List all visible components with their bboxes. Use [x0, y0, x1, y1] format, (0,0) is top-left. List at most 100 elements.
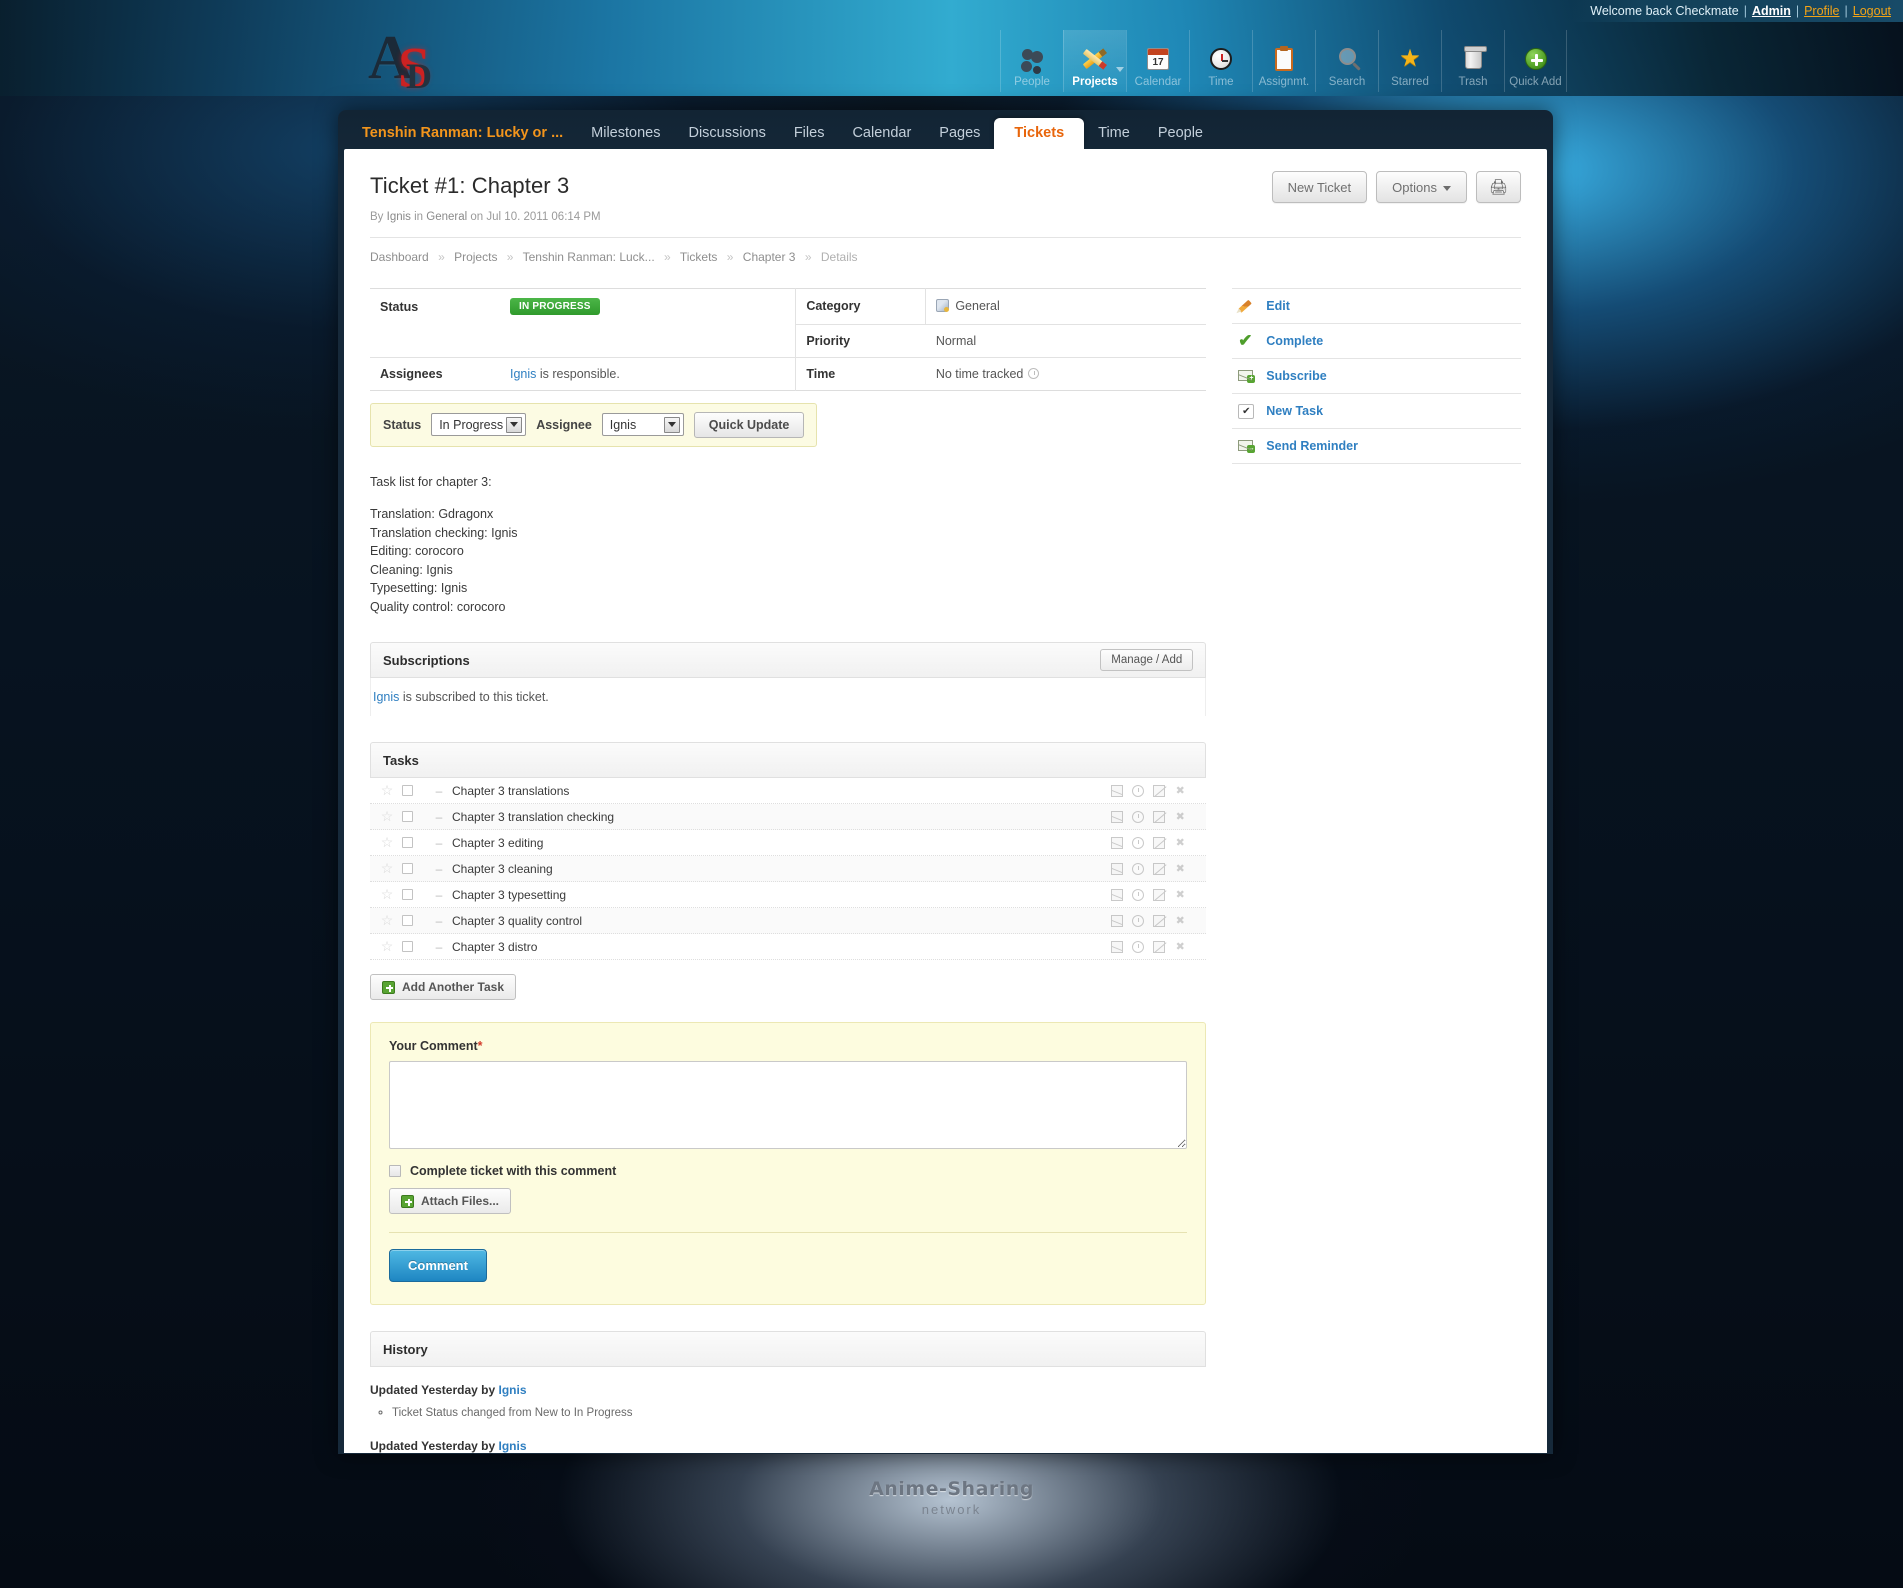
breadcrumb-dashboard[interactable]: Dashboard [370, 250, 429, 264]
nav-item-assignments[interactable]: Assignmt. [1252, 30, 1315, 92]
table-row[interactable]: ☆ – Chapter 3 editing ✖ [370, 830, 1207, 856]
note-icon[interactable] [1153, 940, 1166, 953]
table-row[interactable]: ☆ – Chapter 3 cleaning ✖ [370, 856, 1207, 882]
task-checkbox[interactable] [402, 837, 413, 848]
sidebar-item-new-task[interactable]: ✔ New Task [1232, 394, 1521, 429]
tab-project[interactable]: Tenshin Ranman: Lucky or ... [354, 125, 577, 149]
delete-icon[interactable]: ✖ [1174, 811, 1186, 823]
breadcrumb-tickets[interactable]: Tickets [680, 250, 718, 264]
breadcrumb-chapter[interactable]: Chapter 3 [743, 250, 796, 264]
delete-icon[interactable]: ✖ [1174, 915, 1186, 927]
delete-icon[interactable]: ✖ [1174, 863, 1186, 875]
mail-icon[interactable] [1111, 836, 1124, 849]
subscriber-link[interactable]: Ignis [373, 690, 399, 704]
note-icon[interactable] [1153, 810, 1166, 823]
status-select[interactable]: In Progress [431, 413, 527, 436]
chevron-down-icon[interactable] [1116, 67, 1124, 72]
nav-item-projects[interactable]: Projects [1063, 30, 1126, 92]
nav-item-people[interactable]: People [1000, 30, 1063, 92]
options-button[interactable]: Options [1376, 171, 1467, 203]
add-another-task-button[interactable]: Add Another Task [370, 974, 517, 1000]
star-icon[interactable]: ☆ [376, 860, 398, 877]
delete-icon[interactable]: ✖ [1174, 785, 1186, 797]
star-icon[interactable]: ☆ [376, 886, 398, 903]
meta-category-link[interactable]: General [426, 211, 467, 223]
breadcrumb-projects[interactable]: Projects [454, 250, 497, 264]
clock-icon[interactable] [1132, 862, 1145, 875]
task-checkbox[interactable] [402, 785, 413, 796]
tab-pages[interactable]: Pages [925, 125, 994, 149]
manage-add-button[interactable]: Manage / Add [1100, 649, 1194, 671]
meta-author-link[interactable]: Ignis [387, 211, 411, 223]
mail-icon[interactable] [1111, 888, 1124, 901]
clock-icon[interactable] [1132, 836, 1145, 849]
delete-icon[interactable]: ✖ [1174, 941, 1186, 953]
star-icon[interactable]: ☆ [376, 808, 398, 825]
sidebar-item-subscribe[interactable]: + Subscribe [1232, 359, 1521, 394]
delete-icon[interactable]: ✖ [1174, 889, 1186, 901]
mail-icon[interactable] [1111, 810, 1124, 823]
note-icon[interactable] [1153, 862, 1166, 875]
note-icon[interactable] [1153, 836, 1166, 849]
assignee-link[interactable]: Ignis [510, 367, 536, 381]
clock-icon[interactable] [1132, 940, 1145, 953]
clock-icon[interactable] [1132, 888, 1145, 901]
sidebar-item-complete[interactable]: ✔ Complete [1232, 324, 1521, 359]
mail-icon[interactable] [1111, 940, 1124, 953]
nav-item-starred[interactable]: ★ Starred [1378, 30, 1441, 92]
tab-milestones[interactable]: Milestones [577, 125, 674, 149]
note-icon[interactable] [1153, 784, 1166, 797]
table-row[interactable]: ☆ – Chapter 3 distro ✖ [370, 934, 1207, 960]
print-button[interactable]: 🖨 [1475, 171, 1521, 203]
task-checkbox[interactable] [402, 915, 413, 926]
nav-item-quick-add[interactable]: Quick Add [1504, 30, 1567, 92]
clock-icon[interactable] [1132, 810, 1145, 823]
mail-icon[interactable] [1111, 862, 1124, 875]
table-row[interactable]: ☆ – Chapter 3 typesetting ✖ [370, 882, 1207, 908]
tab-calendar[interactable]: Calendar [838, 125, 925, 149]
task-checkbox[interactable] [402, 889, 413, 900]
task-checkbox[interactable] [402, 941, 413, 952]
tab-people[interactable]: People [1144, 125, 1217, 149]
nav-item-trash[interactable]: Trash [1441, 30, 1504, 92]
task-checkbox[interactable] [402, 811, 413, 822]
note-icon[interactable] [1153, 914, 1166, 927]
nav-item-calendar[interactable]: 17 Calendar [1126, 30, 1189, 92]
mail-icon[interactable] [1111, 784, 1124, 797]
nav-item-time[interactable]: Time [1189, 30, 1252, 92]
mail-icon[interactable] [1111, 914, 1124, 927]
star-icon[interactable]: ☆ [376, 782, 398, 799]
nav-item-search[interactable]: Search [1315, 30, 1378, 92]
clock-icon[interactable] [1132, 914, 1145, 927]
star-icon[interactable]: ☆ [376, 834, 398, 851]
complete-ticket-checkbox[interactable] [389, 1165, 401, 1177]
tab-discussions[interactable]: Discussions [674, 125, 779, 149]
quick-update-button[interactable]: Quick Update [693, 411, 805, 438]
history-author-link[interactable]: Ignis [499, 1383, 527, 1397]
attach-files-button[interactable]: Attach Files... [389, 1188, 512, 1214]
comment-input[interactable] [389, 1061, 1188, 1149]
complete-ticket-row[interactable]: Complete ticket with this comment [389, 1164, 1187, 1178]
site-logo[interactable]: A S D [366, 27, 446, 97]
profile-link[interactable]: Profile [1804, 4, 1839, 18]
sidebar-item-edit[interactable]: Edit [1232, 289, 1521, 324]
logout-link[interactable]: Logout [1853, 4, 1891, 18]
tab-time[interactable]: Time [1084, 125, 1144, 149]
sidebar-item-send-reminder[interactable]: → Send Reminder [1232, 429, 1521, 464]
star-icon[interactable]: ☆ [376, 912, 398, 929]
note-icon[interactable] [1153, 888, 1166, 901]
new-ticket-button[interactable]: New Ticket [1271, 171, 1368, 203]
table-row[interactable]: ☆ – Chapter 3 quality control ✖ [370, 908, 1207, 934]
tab-files[interactable]: Files [780, 125, 839, 149]
comment-submit-button[interactable]: Comment [389, 1249, 487, 1282]
task-checkbox[interactable] [402, 863, 413, 874]
tab-tickets[interactable]: Tickets [994, 118, 1085, 150]
breadcrumb-project[interactable]: Tenshin Ranman: Luck... [523, 250, 655, 264]
delete-icon[interactable]: ✖ [1174, 837, 1186, 849]
table-row[interactable]: ☆ – Chapter 3 translation checking ✖ [370, 804, 1207, 830]
admin-link[interactable]: Admin [1752, 4, 1791, 18]
clock-icon[interactable] [1132, 784, 1145, 797]
star-icon[interactable]: ☆ [376, 938, 398, 955]
table-row[interactable]: ☆ – Chapter 3 translations ✖ [370, 778, 1207, 804]
history-author-link[interactable]: Ignis [499, 1439, 527, 1453]
